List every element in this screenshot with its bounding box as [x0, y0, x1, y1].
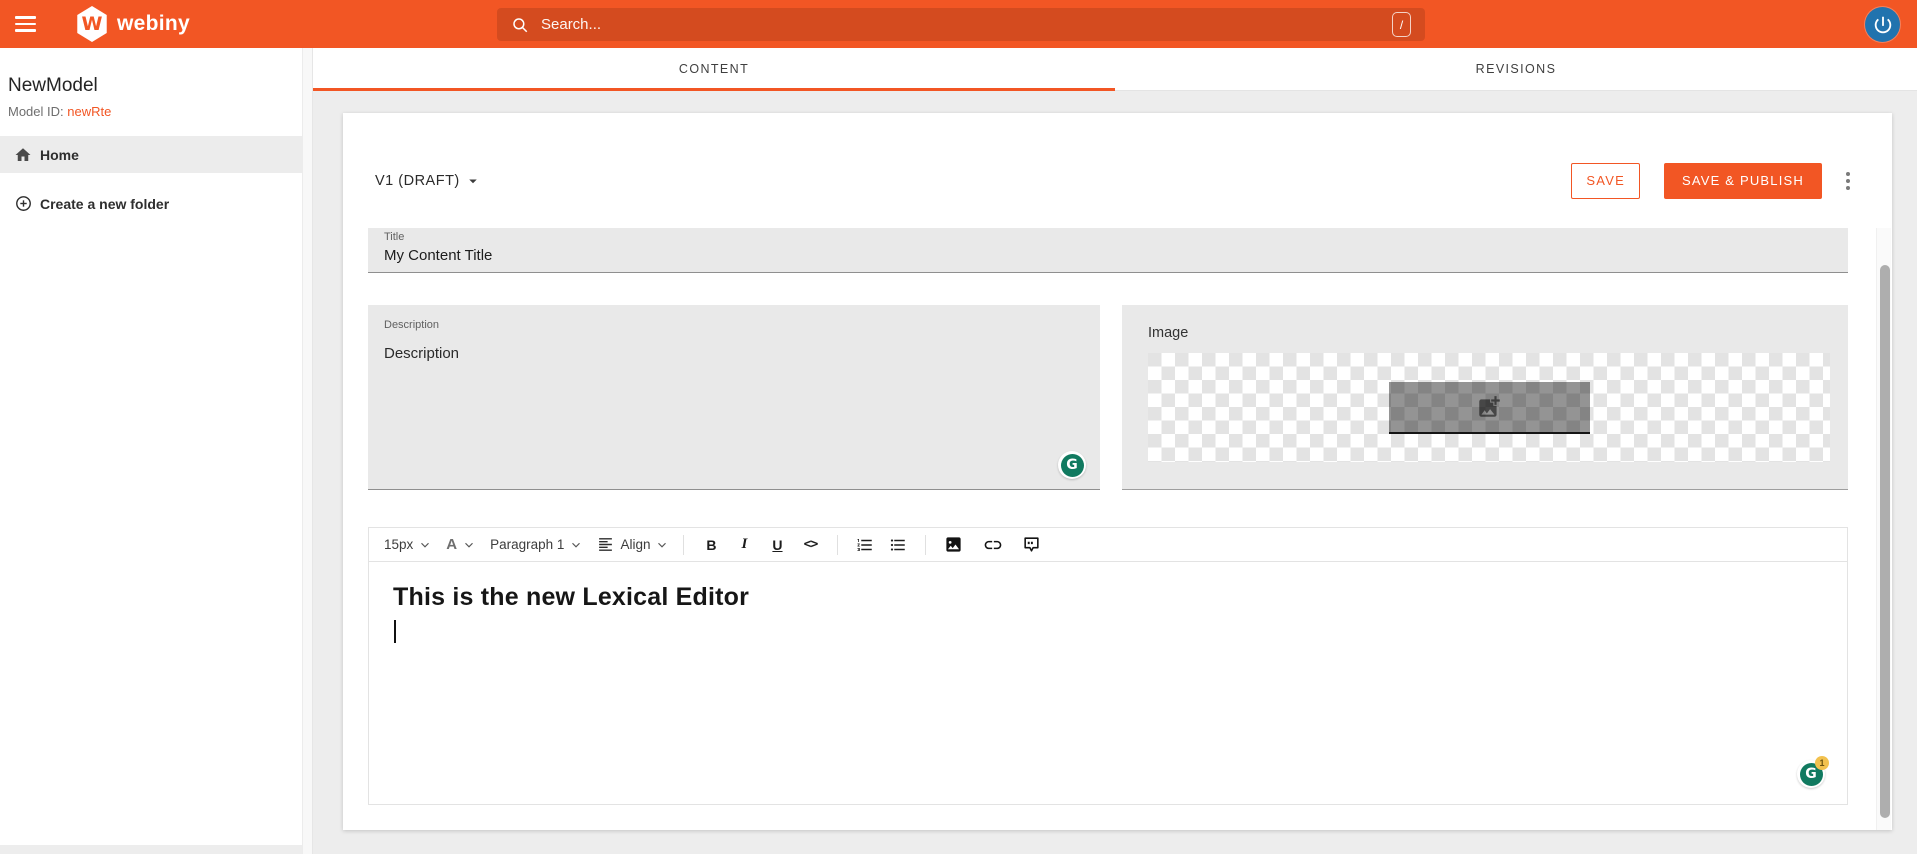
form-scrollbar-track[interactable]: [1876, 228, 1891, 830]
title-field-label: Title: [384, 231, 405, 243]
dropdown-caret-icon: [469, 179, 477, 183]
description-field[interactable]: Description G: [368, 305, 1100, 490]
chevron-down-icon: [655, 538, 669, 552]
entry-editor-card: V1 (DRAFT) SAVE SAVE & PUBLISH Title Des…: [343, 113, 1892, 830]
description-textarea[interactable]: [384, 345, 1084, 465]
save-publish-button[interactable]: SAVE & PUBLISH: [1663, 162, 1822, 199]
bullet-list-icon: [891, 538, 906, 551]
title-field[interactable]: Title: [368, 228, 1848, 273]
tab-revisions[interactable]: REVISIONS: [1115, 48, 1917, 90]
search-input[interactable]: [541, 16, 1392, 33]
quote-bubble-icon: [1024, 537, 1039, 552]
rte-content-area[interactable]: This is the new Lexical Editor G 1: [369, 562, 1847, 804]
numbered-list-icon: [857, 538, 873, 551]
chevron-down-icon: [462, 538, 476, 552]
image-icon: [946, 537, 961, 552]
insert-image-button[interactable]: [940, 535, 966, 554]
sidebar-scrollbar-track[interactable]: [302, 48, 313, 854]
chevron-down-icon: [569, 538, 583, 552]
image-transparency-area: [1148, 353, 1830, 462]
add-image-icon: [1479, 395, 1500, 417]
search-shortcut-key: /: [1392, 12, 1411, 37]
chevron-down-icon: [418, 538, 432, 552]
hamburger-menu-icon[interactable]: [2, 0, 48, 48]
bullet-list-button[interactable]: [885, 536, 911, 554]
model-id: Model ID: newRte: [8, 104, 302, 119]
header-actions: SAVE SAVE & PUBLISH: [1571, 162, 1862, 199]
sidebar-item-label: Home: [40, 146, 79, 163]
field-row: Description G Image: [368, 305, 1848, 490]
grammarly-icon[interactable]: G: [1058, 451, 1086, 479]
font-color-glyph: A: [446, 536, 458, 553]
typography-value: Paragraph 1: [490, 537, 565, 552]
sidebar-item-create-folder[interactable]: Create a new folder: [0, 185, 302, 222]
entry-tabs: CONTENT REVISIONS: [313, 48, 1917, 91]
text-caret: [394, 620, 396, 643]
webiny-hexagon-icon: W: [77, 6, 107, 42]
toolbar-divider: [925, 534, 927, 555]
grammarly-icon[interactable]: G 1: [1797, 756, 1829, 788]
toolbar-divider: [837, 534, 839, 555]
underline-button[interactable]: U: [764, 537, 790, 553]
rte-heading-text: This is the new Lexical Editor: [393, 583, 750, 611]
image-field-label: Image: [1148, 325, 1189, 341]
active-tab-indicator: [313, 88, 1115, 91]
align-left-icon: [599, 538, 613, 551]
home-icon: [10, 146, 36, 164]
add-circle-icon: [10, 195, 36, 212]
save-button[interactable]: SAVE: [1571, 162, 1640, 199]
description-field-label: Description: [384, 319, 440, 331]
sidebar-item-home[interactable]: Home: [0, 136, 302, 173]
font-color-dropdown[interactable]: A: [446, 536, 476, 553]
user-avatar[interactable]: [1865, 7, 1900, 42]
top-app-bar: W webiny /: [0, 0, 1917, 48]
power-icon: [1874, 16, 1891, 33]
insert-link-button[interactable]: [980, 535, 1006, 555]
model-id-value[interactable]: newRte: [67, 104, 111, 119]
font-size-value: 15px: [384, 537, 414, 552]
revision-label: V1 (DRAFT): [375, 172, 460, 189]
numbered-list-button[interactable]: [852, 536, 878, 554]
font-size-dropdown[interactable]: 15px: [384, 537, 432, 552]
sidebar: NewModel Model ID: newRte Home Create a …: [0, 48, 302, 845]
entry-header: V1 (DRAFT) SAVE SAVE & PUBLISH: [343, 113, 1892, 228]
sidebar-item-label: Create a new folder: [40, 195, 170, 212]
rte-toolbar: 15px A Paragraph 1 Align B I U <>: [369, 528, 1847, 562]
grammarly-alert-badge: 1: [1815, 756, 1829, 770]
tab-content[interactable]: CONTENT: [313, 48, 1115, 90]
title-input[interactable]: [384, 247, 1832, 264]
image-upload-dropzone[interactable]: [1388, 381, 1590, 434]
link-icon: [985, 540, 1002, 549]
quote-button[interactable]: [1018, 535, 1044, 554]
webiny-logo[interactable]: W webiny: [76, 6, 190, 42]
form-scrollbar-thumb[interactable]: [1879, 265, 1890, 818]
revision-selector[interactable]: V1 (DRAFT): [375, 172, 482, 190]
global-search[interactable]: /: [497, 8, 1425, 41]
lexical-editor: 15px A Paragraph 1 Align B I U <> This i…: [368, 527, 1848, 805]
toolbar-divider: [683, 534, 685, 555]
typography-dropdown[interactable]: Paragraph 1: [490, 537, 583, 552]
code-button[interactable]: <>: [797, 537, 823, 552]
align-dropdown[interactable]: Align: [597, 536, 669, 553]
bold-button[interactable]: B: [698, 537, 724, 553]
main-content: CONTENT REVISIONS V1 (DRAFT) SAVE SAVE &…: [313, 48, 1917, 854]
model-id-label: Model ID:: [8, 104, 64, 119]
image-field: Image: [1122, 305, 1848, 490]
align-label: Align: [620, 537, 651, 552]
folder-tree: Home Create a new folder: [0, 136, 302, 222]
entry-form: Title Description G Image: [343, 228, 1892, 805]
webiny-wordmark: webiny: [117, 12, 190, 35]
italic-button[interactable]: I: [731, 536, 757, 553]
model-title: NewModel: [8, 75, 98, 96]
search-icon: [513, 17, 528, 32]
more-options-icon[interactable]: [1834, 163, 1862, 199]
